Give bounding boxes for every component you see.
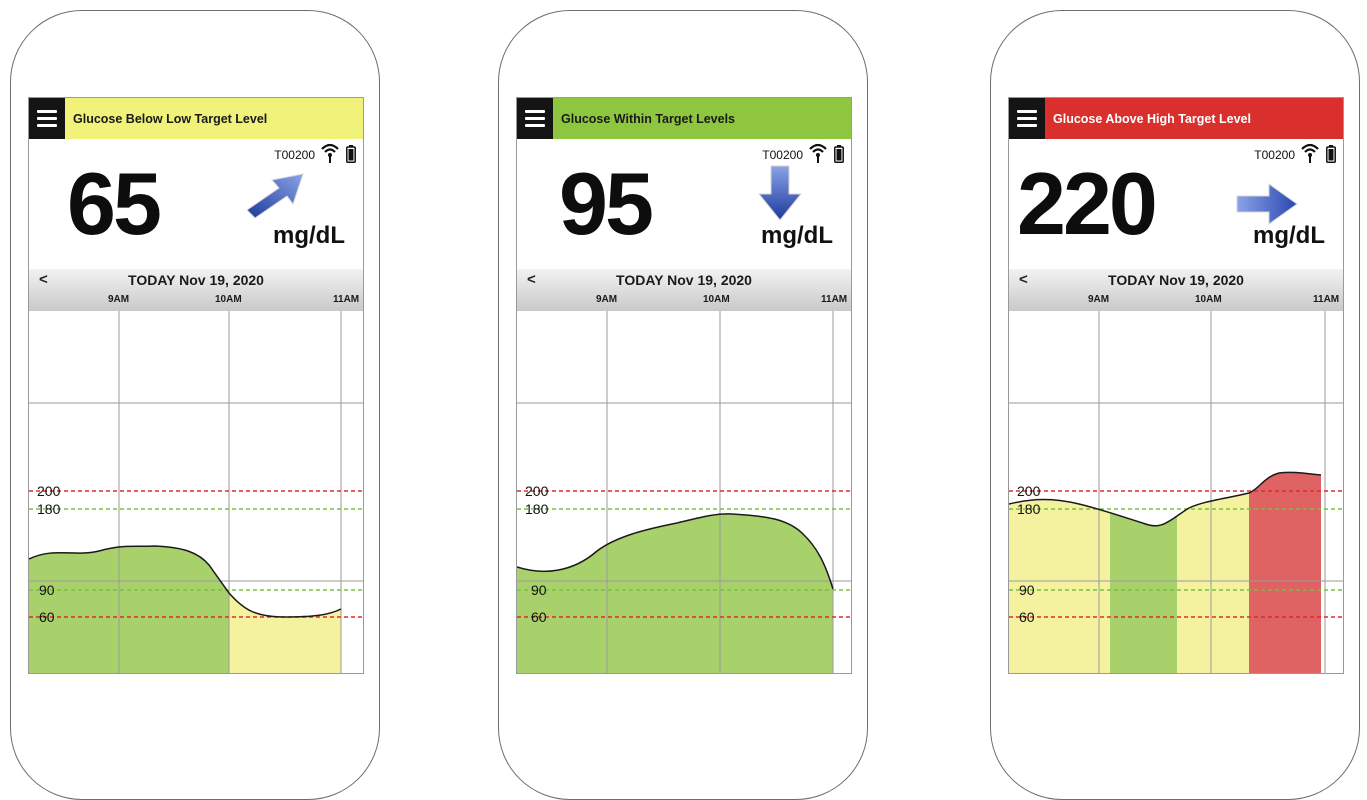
threshold-label-200: 200 [1017,483,1041,499]
threshold-label-60: 60 [531,609,547,625]
glucose-reading: 220 [1017,154,1158,253]
threshold-label-60: 60 [39,609,55,625]
status-text: Glucose Within Target Levels [561,111,735,126]
signal-icon [1301,143,1319,163]
date-label: TODAY Nov 19, 2020 [128,272,264,288]
menu-icon [37,110,57,113]
status-banner: Glucose Below Low Target Level [29,98,363,139]
threshold-label-180: 180 [37,501,61,517]
transmitter-id: T00200 [1254,148,1295,162]
date-navigation-bar: < TODAY Nov 19, 2020 9AM 10AM 11AM [29,269,363,311]
time-label-10am: 10AM [703,294,730,305]
in-range-area [29,546,229,673]
date-navigation-bar: < TODAY Nov 19, 2020 9AM 10AM 11AM [1009,269,1343,311]
menu-icon [1017,110,1037,113]
time-label-11am: 11AM [821,294,848,305]
in-range-area [517,513,833,673]
threshold-label-90: 90 [39,582,55,598]
phone-frame-2: Glucose Within Target Levels T00200 95 m… [498,10,868,800]
unit-label: mg/dL [273,222,345,249]
phone-frame-1: Glucose Below Low Target Level T00200 65… [10,10,380,800]
battery-icon [346,145,356,163]
time-label-10am: 10AM [215,294,242,305]
status-text: Glucose Below Low Target Level [73,111,268,126]
menu-button[interactable] [517,98,553,139]
time-label-9am: 9AM [108,294,130,305]
date-navigation-bar: < TODAY Nov 19, 2020 9AM 10AM 11AM [517,269,851,311]
unit-label: mg/dL [1253,222,1325,249]
app-screen-1: Glucose Below Low Target Level T00200 65… [28,97,364,674]
very-high-area [1249,472,1321,673]
signal-icon [321,143,339,163]
menu-button[interactable] [29,98,65,139]
status-banner: Glucose Within Target Levels [517,98,851,139]
glucose-trend-graph: 200 180 90 60 [1009,311,1343,673]
status-text: Glucose Above High Target Level [1053,111,1251,126]
threshold-label-200: 200 [525,483,549,499]
threshold-label-90: 90 [531,582,547,598]
unit-label: mg/dL [761,222,833,249]
threshold-label-60: 60 [1019,609,1035,625]
battery-icon [834,145,844,163]
menu-icon [525,110,545,113]
glucose-trend-graph: 200 180 90 60 [517,311,851,673]
threshold-label-180: 180 [1017,501,1041,517]
high-area [1177,472,1249,673]
menu-button[interactable] [1009,98,1045,139]
glucose-reading: 95 [559,154,654,253]
app-screen-2: Glucose Within Target Levels T00200 95 m… [516,97,852,674]
time-label-9am: 9AM [596,294,618,305]
time-label-10am: 10AM [1195,294,1222,305]
time-label-9am: 9AM [1088,294,1110,305]
time-label-11am: 11AM [1313,294,1340,305]
phone-frame-3: Glucose Above High Target Level T00200 2… [990,10,1360,800]
battery-icon [1326,145,1336,163]
status-banner: Glucose Above High Target Level [1009,98,1343,139]
transmitter-id: T00200 [274,148,315,162]
glucose-trend-graph: 200 180 90 60 [29,311,363,673]
app-screen-3: Glucose Above High Target Level T00200 2… [1008,97,1344,674]
threshold-label-200: 200 [37,483,61,499]
in-range-area [1110,472,1177,673]
threshold-label-180: 180 [525,501,549,517]
signal-icon [809,143,827,163]
rising-arrow-icon [246,173,304,219]
low-area [229,593,341,673]
transmitter-id: T00200 [762,148,803,162]
date-label: TODAY Nov 19, 2020 [616,272,752,288]
glucose-reading: 65 [67,154,162,253]
time-label-11am: 11AM [333,294,360,305]
date-label: TODAY Nov 19, 2020 [1108,272,1244,288]
threshold-label-90: 90 [1019,582,1035,598]
falling-arrow-icon [757,165,803,221]
